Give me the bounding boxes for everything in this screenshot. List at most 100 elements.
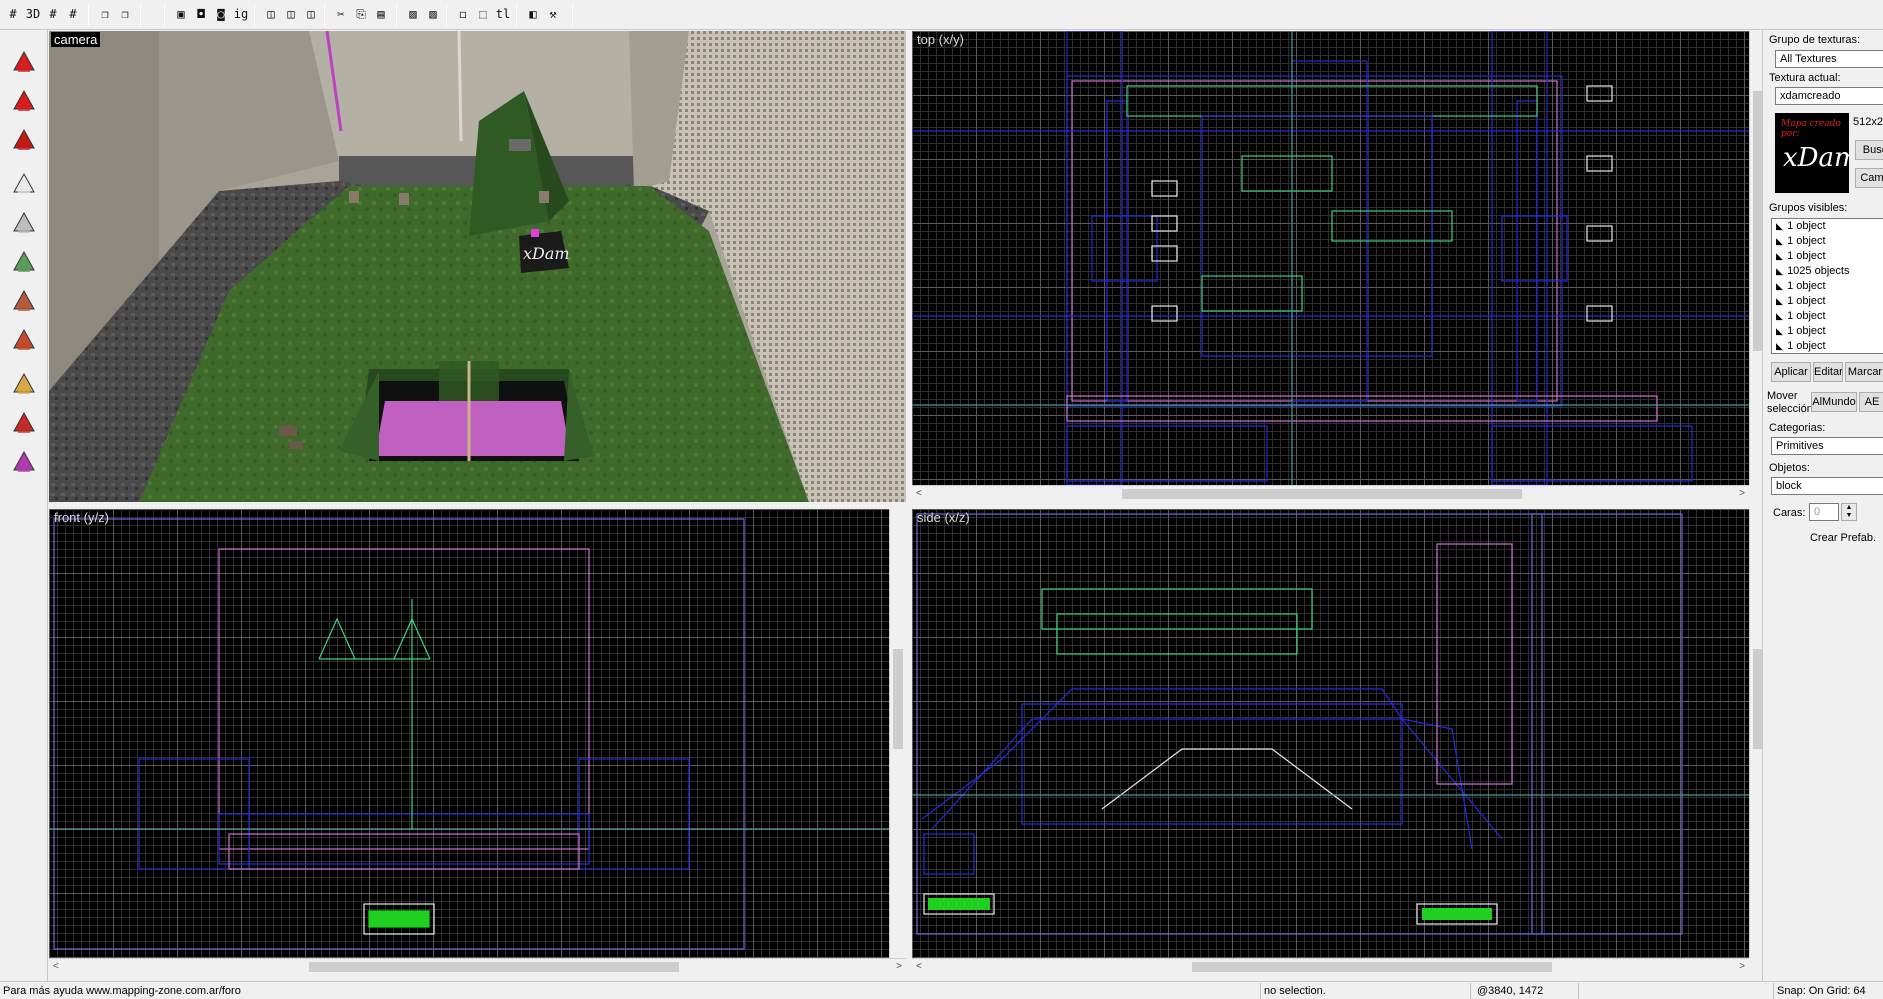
side-hscroll-thumb[interactable]	[1192, 962, 1552, 972]
side-brushes	[912, 513, 1749, 935]
group-item[interactable]: ◣ 1025 objects	[1772, 264, 1883, 279]
select-cursor-icon[interactable]: ⬚	[474, 5, 492, 23]
toolbar-separator	[254, 4, 255, 26]
world-align-button[interactable]: AlMundo	[1811, 392, 1857, 412]
group-item[interactable]: ◣ 1 object	[1772, 324, 1883, 339]
search-texture-button[interactable]: Busc	[1855, 140, 1883, 160]
status-help: Para más ayuda www.mapping-zone.com.ar/f…	[3, 985, 241, 997]
texture-preview: Mapa creado por: xDam'	[1775, 113, 1849, 193]
create-prefab-button[interactable]: Crear Prefab.	[1803, 529, 1883, 549]
path-tool-icon[interactable]	[4, 444, 44, 480]
group-item[interactable]: ◣ 1 object	[1772, 219, 1883, 234]
tools-icon[interactable]: ⚒	[544, 5, 562, 23]
vertex-tool-icon[interactable]	[4, 405, 44, 441]
decal-tool-icon[interactable]	[4, 366, 44, 402]
ig-icon[interactable]: ig	[232, 5, 250, 23]
scroll-right-icon[interactable]: >	[1739, 489, 1745, 499]
cut-icon[interactable]: ✂	[332, 5, 350, 23]
current-texture-label: Textura actual:	[1769, 72, 1841, 84]
grid-small-icon[interactable]: #	[44, 5, 62, 23]
front-vscroll-thumb[interactable]	[893, 649, 903, 749]
camera-viewport[interactable]: xDam camera	[49, 31, 906, 502]
group-item[interactable]: ◣ 1 object	[1772, 309, 1883, 324]
grid-add-icon[interactable]: #	[64, 5, 82, 23]
scroll-left-icon[interactable]: <	[53, 962, 59, 972]
faces-input[interactable]: 0	[1809, 503, 1839, 521]
hazard-icon[interactable]: ▨	[404, 5, 422, 23]
select-box-icon[interactable]: ◻	[454, 5, 472, 23]
flip-icon[interactable]: ◧	[524, 5, 542, 23]
toolbar-separator	[516, 4, 517, 26]
scroll-right-icon[interactable]: >	[1739, 962, 1745, 972]
brush-red-icon[interactable]: ◫	[262, 5, 280, 23]
eye-icon: ◣	[1776, 281, 1783, 291]
status-coords: @3840, 1472	[1470, 983, 1578, 999]
scroll-right-icon[interactable]: >	[896, 962, 902, 972]
side-viewport-label: side (x/z)	[917, 510, 970, 525]
eye-icon: ◣	[1776, 296, 1783, 306]
texture-brown-tool-icon[interactable]	[4, 283, 44, 319]
top-hscroll-thumb[interactable]	[1122, 489, 1522, 499]
current-texture-field[interactable]: xdamcreado	[1775, 87, 1883, 105]
scroll-left-icon[interactable]: <	[916, 962, 922, 972]
edit-button[interactable]: Editar	[1813, 362, 1843, 382]
texture-preview-name: xDam'	[1783, 143, 1849, 173]
apply-button[interactable]: Aplicar	[1771, 362, 1811, 382]
save-icon[interactable]: ▣	[172, 5, 190, 23]
front-viewport[interactable]: front (y/z)	[49, 509, 889, 958]
camera-icon[interactable]: ◘	[192, 5, 210, 23]
magnify-tool-icon[interactable]	[4, 83, 44, 119]
copy-icon[interactable]: ⎘	[352, 5, 370, 23]
eye-icon: ◣	[1776, 221, 1783, 231]
eye-icon: ◣	[1776, 236, 1783, 246]
side-viewport[interactable]: side (x/z)	[912, 509, 1749, 958]
paste-icon[interactable]: ▤	[372, 5, 390, 23]
layers-icon[interactable]: ❐	[96, 5, 114, 23]
texture-group-select[interactable]: All Textures	[1775, 50, 1883, 68]
group-item[interactable]: ◣ 1 object	[1772, 339, 1883, 353]
group-item[interactable]: ◣ 1 object	[1772, 279, 1883, 294]
pointer-tool-icon[interactable]	[4, 44, 44, 80]
hazard-x-icon[interactable]: ▨	[424, 5, 442, 23]
faces-spinner[interactable]: ▲ ▼	[1841, 503, 1857, 521]
block-tool-icon[interactable]	[4, 205, 44, 241]
top-viewport-label: top (x/y)	[917, 32, 964, 47]
scroll-left-icon[interactable]: <	[916, 489, 922, 499]
visible-groups-list[interactable]: ◣ 1 object ◣ 1 object ◣ 1 object ◣ 1025 …	[1771, 218, 1883, 354]
status-selection: no selection.	[1260, 983, 1470, 999]
change-texture-button[interactable]: Camb	[1855, 168, 1883, 188]
texture-group-label: Grupo de texturas:	[1769, 34, 1861, 46]
group-item[interactable]: ◣ 1 object	[1772, 294, 1883, 309]
mark-button[interactable]: Marcar	[1845, 362, 1883, 382]
brush-outline-icon[interactable]: ◫	[282, 5, 300, 23]
categories-select[interactable]: Primitives	[1771, 437, 1883, 455]
top-viewport[interactable]: top (x/y)	[912, 31, 1749, 485]
grid-icon[interactable]: #	[4, 5, 22, 23]
ae-button[interactable]: AE	[1859, 392, 1883, 412]
front-hscrollbar[interactable]: < >	[49, 958, 906, 975]
cube-red-tool-icon[interactable]	[4, 122, 44, 158]
move-selection-label-2: selección:	[1767, 403, 1816, 415]
texture-size: 512x2	[1853, 116, 1883, 128]
toolbar-separator	[396, 4, 397, 26]
front-vscrollbar[interactable]	[889, 509, 906, 958]
front-viewport-label: front (y/z)	[54, 510, 109, 525]
texture-tool-icon[interactable]	[4, 244, 44, 280]
group-item[interactable]: ◣ 1 object	[1772, 234, 1883, 249]
camera-scene: xDam	[49, 31, 906, 502]
layers-alt-icon[interactable]: ❐	[116, 5, 134, 23]
top-hscrollbar[interactable]: < >	[912, 485, 1749, 502]
map-icon[interactable]: ◙	[212, 5, 230, 23]
objects-select[interactable]: block	[1771, 477, 1883, 495]
front-hscroll-thumb[interactable]	[309, 962, 679, 972]
grid-3d-icon[interactable]: 3D	[24, 5, 42, 23]
clip-tool-icon[interactable]	[4, 322, 44, 358]
toolbar-separator	[324, 4, 325, 26]
tl-icon[interactable]: tl	[494, 5, 512, 23]
brush-clone-icon[interactable]: ◫	[302, 5, 320, 23]
group-item[interactable]: ◣ 1 object	[1772, 249, 1883, 264]
texture-preview-caption: Mapa creado por:	[1781, 119, 1841, 139]
side-hscrollbar[interactable]: < >	[912, 958, 1749, 975]
visible-groups-label: Grupos visibles:	[1769, 202, 1848, 214]
light-tool-icon[interactable]	[4, 166, 44, 202]
